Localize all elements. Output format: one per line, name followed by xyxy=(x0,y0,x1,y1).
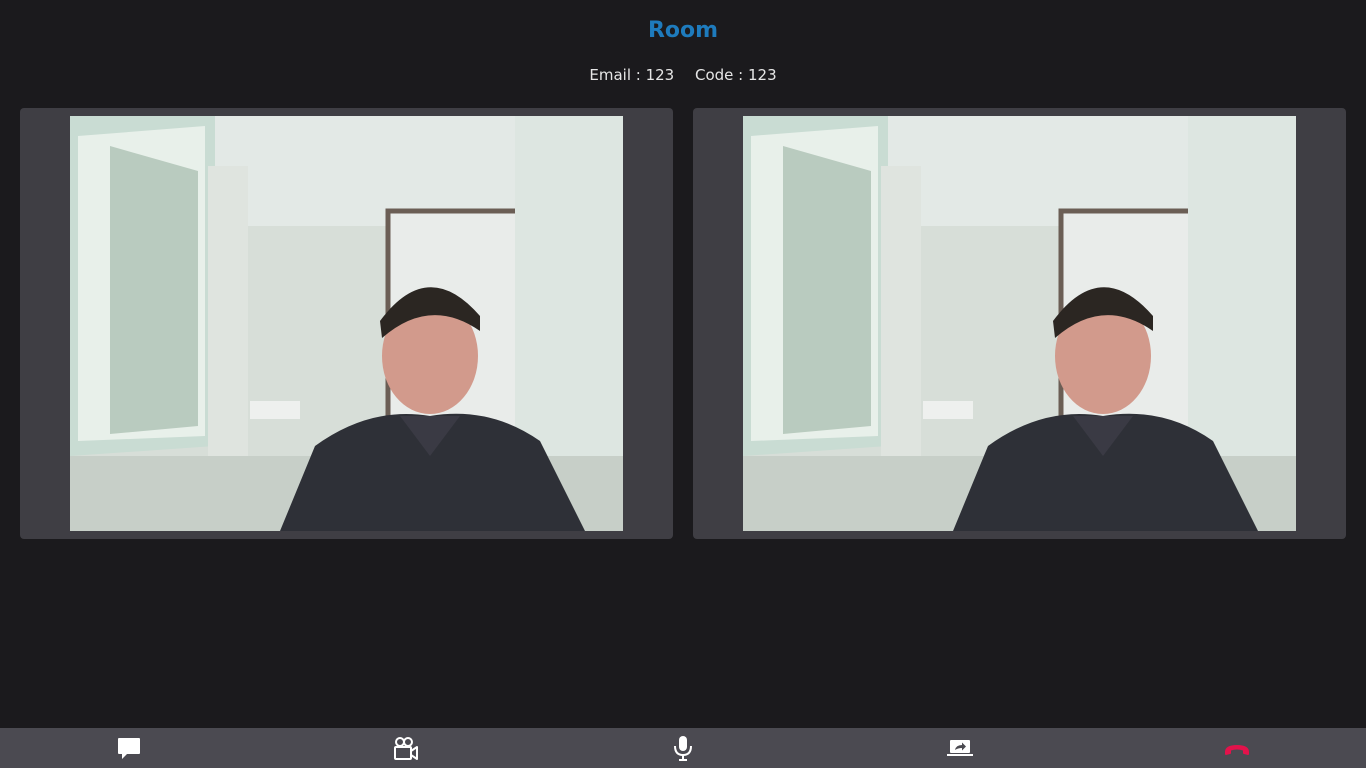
video-camera-icon xyxy=(394,737,418,760)
call-toolbar xyxy=(0,728,1366,768)
room-title: Room xyxy=(647,18,719,43)
screen-share-icon xyxy=(947,740,973,756)
chat-button[interactable] xyxy=(99,728,159,768)
microphone-icon xyxy=(674,736,692,761)
local-video-tile xyxy=(20,108,673,539)
hang-up-icon xyxy=(1225,745,1249,755)
local-video xyxy=(70,116,623,531)
chat-bubble-icon xyxy=(118,738,140,759)
room-info: Email : 123 Code : 123 xyxy=(0,66,1366,84)
share-screen-button[interactable] xyxy=(930,728,990,768)
webcam-frame-image xyxy=(743,116,1296,531)
camera-button[interactable] xyxy=(376,728,436,768)
email-label: Email : 123 xyxy=(589,66,675,84)
remote-video xyxy=(743,116,1296,531)
remote-video-tile xyxy=(693,108,1346,539)
webcam-frame-image xyxy=(70,116,623,531)
microphone-button[interactable] xyxy=(653,728,713,768)
code-label: Code : 123 xyxy=(695,66,777,84)
end-call-button[interactable] xyxy=(1207,728,1267,768)
